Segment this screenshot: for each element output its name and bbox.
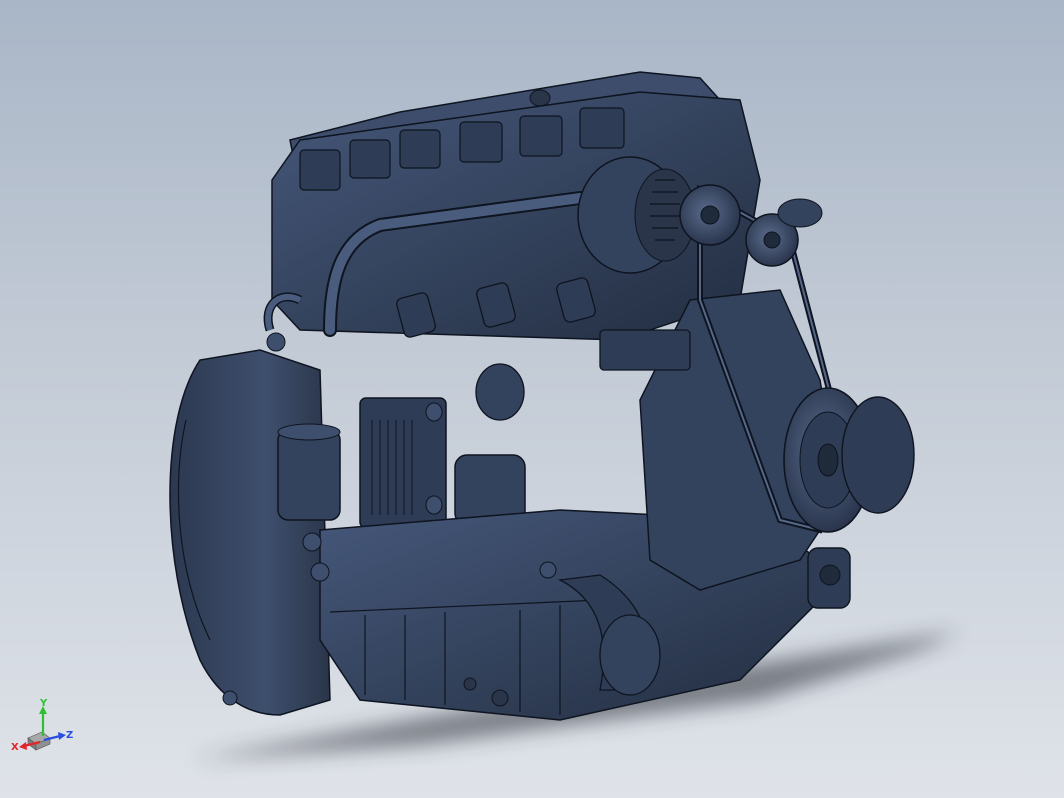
x-axis-arrowhead	[19, 742, 27, 750]
view-orientation-triad: Y X Z	[11, 698, 73, 753]
engine-3d-model[interactable]	[0, 0, 1064, 798]
oil-filter	[277, 429, 341, 521]
z-axis-label: Z	[66, 730, 73, 741]
z-axis-arrowhead	[58, 732, 66, 740]
y-axis-label: Y	[39, 698, 48, 709]
graphics-viewport[interactable]: Y X Z	[0, 0, 1064, 798]
flywheel-housing	[169, 349, 331, 716]
x-axis-label: X	[11, 742, 19, 753]
damper-cover	[841, 396, 915, 514]
